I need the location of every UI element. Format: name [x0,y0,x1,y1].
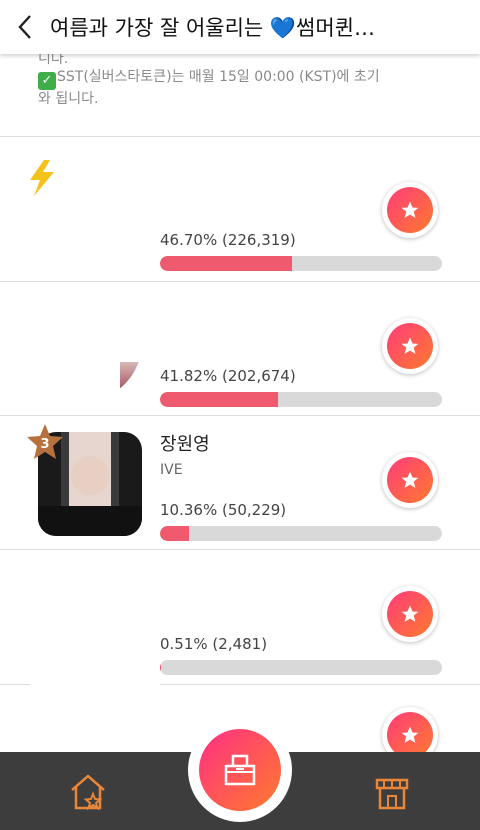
vote-percent: 0.51% (2,481) [160,635,268,653]
vote-percent: 10.36% (50,229) [160,501,287,519]
vote-progress-bar [160,256,442,271]
page-title: 여름과 가장 잘 어울리는 💙썸머퀸… [50,16,376,40]
ranking-row: 41.82% (202,674) [0,282,480,416]
vote-center-button[interactable] [188,718,292,822]
rank-number: 3 [40,437,49,452]
ballot-box-icon [224,754,256,786]
back-button[interactable] [0,0,50,54]
vote-progress-fill [160,392,278,407]
vote-progress-bar [160,660,442,675]
candidate-name: 장원영 [160,434,210,455]
chevron-left-icon [18,15,31,39]
ranking-row: 46.70% (226,319) [0,146,480,280]
candidate-group: IVE [160,462,183,478]
star-icon [401,726,419,743]
vote-progress-fill [160,660,162,675]
vote-progress-fill [160,256,292,271]
check-icon: ✓ [38,72,56,90]
vote-progress-bar [160,526,442,541]
vote-button[interactable] [382,586,438,642]
notice-line-2-text: SST(실버스타토큰)는 매월 15일 00:00 (KST)에 초기 [57,69,380,85]
vote-button[interactable] [382,452,438,508]
notice-line-2: ✓ SST(실버스타토큰)는 매월 15일 00:00 (KST)에 초기 [38,68,458,90]
top-bar: 여름과 가장 잘 어울리는 💙썸머퀸… [0,0,480,54]
star-icon [401,337,419,354]
vote-progress-fill [160,526,190,541]
ranking-row: 3 장원영 IVE 10.36% (50,229) [0,416,480,550]
notice-text: 니다. ✓ SST(실버스타토큰)는 매월 15일 00:00 (KST)에 초기… [38,50,458,108]
lightning-icon [30,160,54,196]
divider [0,136,480,137]
star-icon [401,471,419,488]
vote-progress-bar [160,392,442,407]
notice-line-3: 와 됩니다. [38,91,99,107]
home-star-icon[interactable] [68,772,108,812]
candidate-photo [38,298,142,402]
star-icon [401,201,419,218]
vote-percent: 46.70% (226,319) [160,231,296,249]
store-icon[interactable] [372,772,412,812]
vote-button[interactable] [382,182,438,238]
rank-badge-icon: 3 [27,424,63,459]
star-icon [401,605,419,622]
vote-button[interactable] [382,318,438,374]
vote-percent: 41.82% (202,674) [160,367,296,385]
